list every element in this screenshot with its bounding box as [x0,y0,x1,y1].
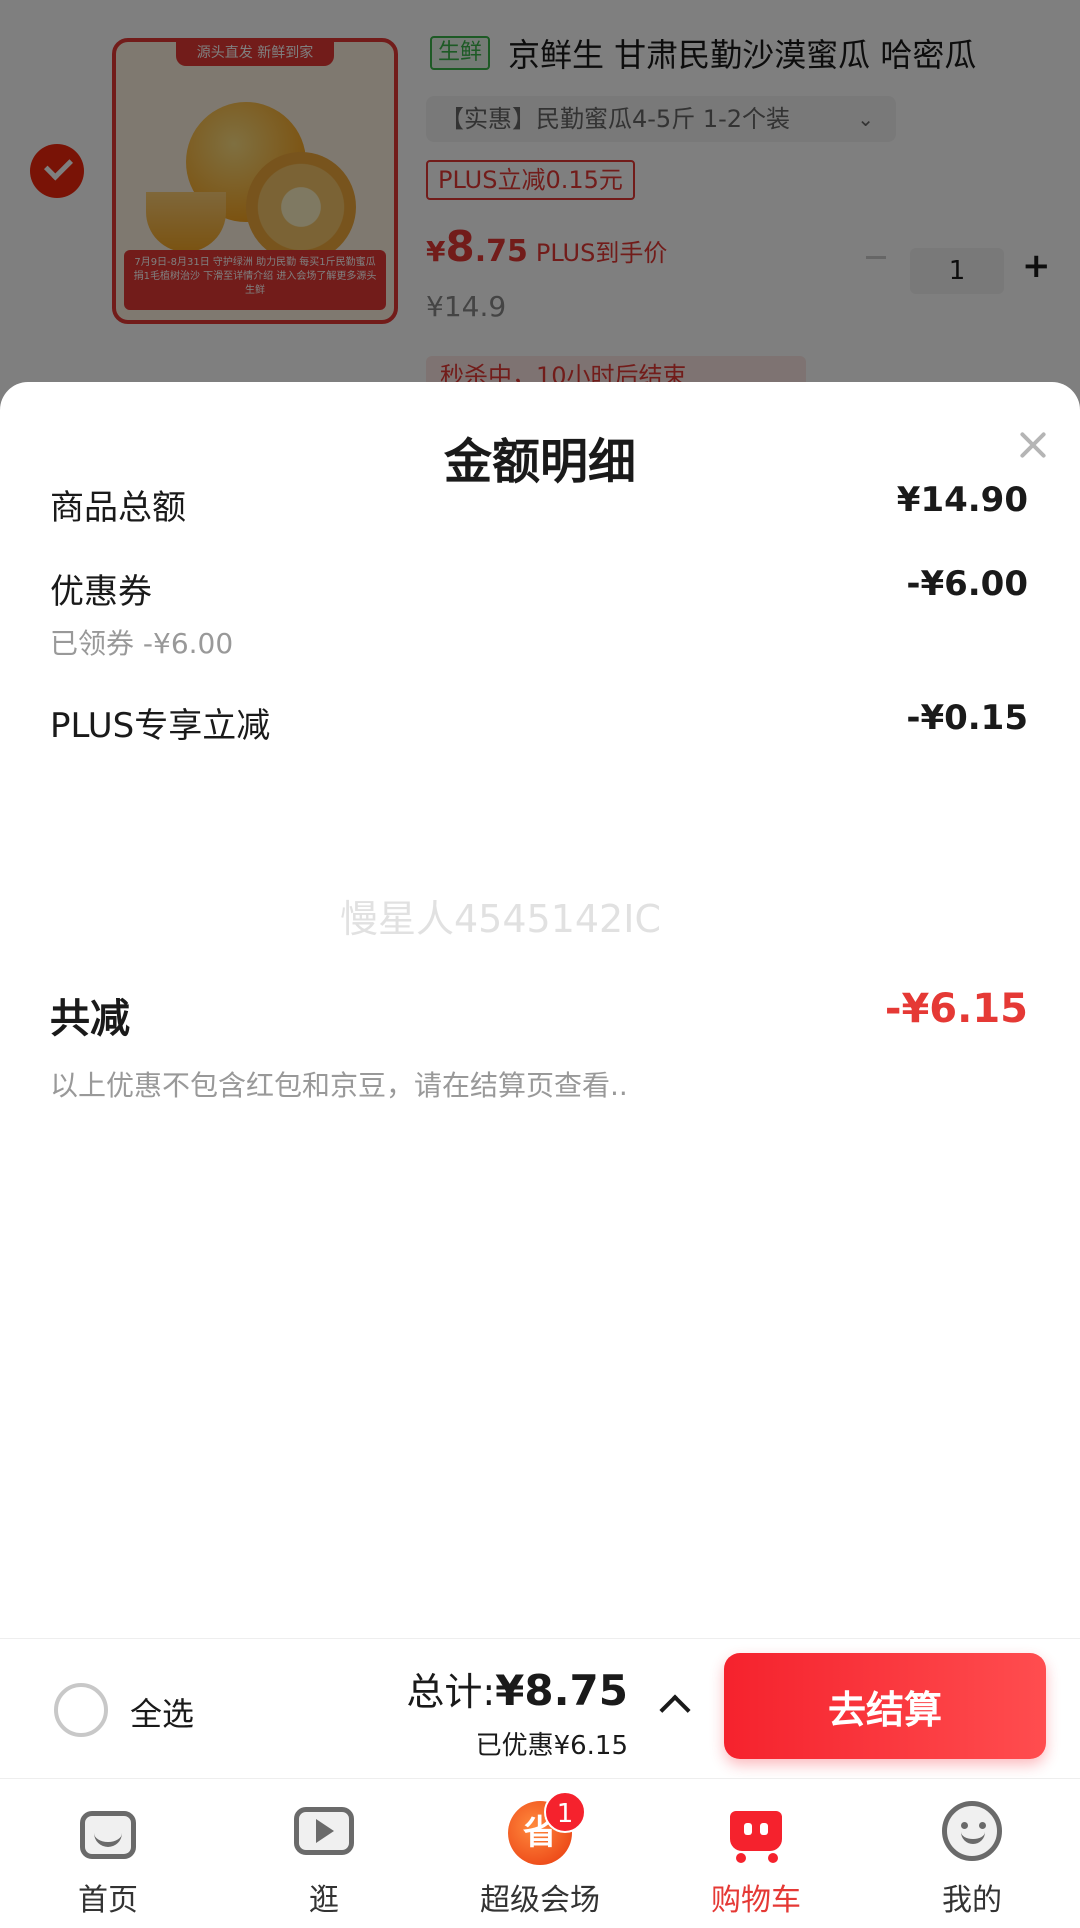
profile-icon [940,1797,1004,1861]
nav-label-super-venue: 超级会场 [480,1883,600,1918]
total-value: ¥8.75 [495,1666,628,1715]
nav-item-home[interactable]: 首页 [0,1779,216,1928]
checkout-button[interactable]: 去结算 [724,1653,1046,1759]
total-label: 总计: [406,1670,496,1714]
coupon-label: 优惠券 [50,572,152,612]
saved-amount: 已优惠¥6.15 [475,1731,628,1761]
nav-label-cart: 购物车 [711,1883,801,1918]
coupon-value: -¥6.00 [906,564,1028,604]
total-discount-value: -¥6.15 [884,986,1028,1032]
watermark: 慢星人4545142IC [340,897,661,941]
goods-total-value: ¥14.90 [896,480,1028,520]
coupon-claimed-note: 已领券 -¥6.00 [50,627,234,660]
nav-item-super-venue[interactable]: 省 1 超级会场 [432,1779,648,1928]
plus-discount-label: PLUS专享立减 [50,706,271,746]
nav-label-profile: 我的 [942,1883,1002,1918]
notification-badge: 1 [544,1791,586,1833]
chevron-up-icon[interactable] [659,1694,691,1726]
total-discount-label: 共减 [50,996,130,1042]
bottom-nav: 首页 逛 省 1 超级会场 购物车 我的 [0,1778,1080,1928]
cart-icon [724,1797,788,1863]
nav-item-profile[interactable]: 我的 [864,1779,1080,1928]
video-icon [292,1797,356,1861]
amount-detail-sheet: 金额明细 商品总额 ¥14.90 优惠券 -¥6.00 已领券 -¥6.00 P… [0,382,1080,1638]
discount-footnote: 以上优惠不包含红包和京豆，请在结算页查看.. [50,1069,628,1102]
goods-total-label: 商品总额 [50,488,186,528]
plus-discount-value: -¥0.15 [906,698,1028,738]
select-all-checkbox[interactable] [54,1683,108,1737]
total-summary[interactable]: 总计:¥8.75 [406,1661,628,1716]
close-icon[interactable] [1012,422,1058,468]
nav-label-home: 首页 [78,1883,138,1918]
nav-item-cart[interactable]: 购物车 [648,1779,864,1928]
modal-backdrop[interactable] [0,0,1080,420]
select-all-label[interactable]: 全选 [130,1689,194,1735]
nav-label-browse: 逛 [309,1883,339,1918]
home-icon [76,1797,140,1861]
nav-item-browse[interactable]: 逛 [216,1779,432,1928]
checkout-bar: 全选 总计:¥8.75 已优惠¥6.15 去结算 [0,1638,1080,1778]
